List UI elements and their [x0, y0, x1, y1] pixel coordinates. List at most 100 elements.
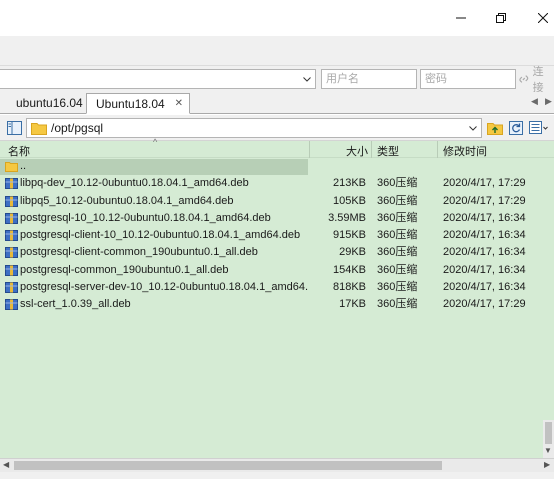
file-row[interactable]: ssl-cert_1.0.39_all.deb 17KB 360压缩 2020/… [0, 296, 554, 313]
file-modified: 2020/4/17, 16:34 [443, 246, 526, 259]
connect-label: 连接 [532, 66, 544, 94]
file-size: 818KB [332, 281, 366, 294]
file-name: ssl-cert_1.0.39_all.deb [20, 298, 131, 311]
file-modified: 2020/4/17, 16:34 [443, 229, 526, 242]
sort-ascending-icon: ^ [153, 137, 158, 147]
tab-close-icon[interactable]: ✕ [175, 94, 183, 114]
host-input[interactable] [0, 69, 316, 89]
refresh-button[interactable] [507, 119, 525, 137]
link-icon [519, 75, 529, 83]
column-size-header[interactable]: 大小 [346, 143, 368, 159]
archive-file-icon [5, 299, 18, 311]
file-size: 105KB [332, 194, 366, 207]
column-divider[interactable] [309, 141, 310, 158]
file-name: postgresql-10_10.12-0ubuntu0.18.04.1_amd… [20, 211, 271, 224]
file-modified: 2020/4/17, 17:29 [443, 177, 526, 190]
scroll-down-icon[interactable]: ▼ [544, 446, 552, 455]
archive-file-icon [5, 264, 18, 276]
file-row[interactable]: postgresql-10_10.12-0ubuntu0.18.04.1_amd… [0, 210, 554, 227]
file-row[interactable]: postgresql-server-dev-10_10.12-0ubuntu0.… [0, 279, 554, 296]
chevron-down-icon [303, 76, 311, 82]
parent-directory-row[interactable]: .. [0, 158, 554, 175]
close-icon [538, 13, 548, 23]
column-name-header[interactable]: 名称 [8, 143, 30, 159]
connect-button[interactable]: 连接 [518, 66, 554, 94]
file-rows: .. libpq-dev_10.12-0ubuntu0.18.04.1_amd6… [0, 158, 554, 314]
horizontal-scroll-thumb[interactable] [14, 461, 442, 470]
tab-scroll-left-icon[interactable]: ◀ [531, 96, 538, 107]
file-row[interactable]: postgresql-client-common_190ubuntu0.1_al… [0, 244, 554, 261]
archive-file-icon [5, 230, 18, 242]
file-size: 3.59MB [328, 211, 366, 224]
username-placeholder: 用户名 [326, 73, 359, 85]
scroll-left-icon[interactable]: ◀ [3, 460, 9, 469]
session-tab-bar: ubuntu16.04 Ubuntu18.04 ✕ ◀ ▶ [0, 92, 554, 114]
chevron-down-icon [469, 125, 477, 131]
file-modified: 2020/4/17, 17:29 [443, 298, 526, 311]
folder-up-icon [487, 123, 503, 135]
file-type: 360压缩 [377, 281, 418, 294]
status-strip [0, 472, 554, 479]
folder-icon [5, 162, 18, 172]
password-input[interactable]: 密码 [420, 69, 516, 89]
folder-icon [31, 123, 47, 135]
file-row[interactable]: postgresql-client-10_10.12-0ubuntu0.18.0… [0, 227, 554, 244]
file-size: 915KB [332, 229, 366, 242]
close-window-button[interactable] [520, 0, 554, 36]
view-mode-button[interactable] [528, 119, 550, 137]
file-type: 360压缩 [377, 211, 418, 224]
column-modified-header[interactable]: 修改时间 [443, 143, 487, 159]
username-input[interactable]: 用户名 [321, 69, 417, 89]
path-input[interactable]: /opt/pgsql [26, 118, 482, 138]
panel-icon [6, 121, 22, 135]
vertical-scroll-thumb[interactable] [545, 422, 552, 444]
panel-toggle-button[interactable] [5, 119, 23, 137]
horizontal-scrollbar[interactable]: ◀ ▶ [0, 458, 554, 472]
column-divider[interactable] [371, 141, 372, 158]
tab-ubuntu16[interactable]: ubuntu16.04 [0, 93, 86, 114]
file-row[interactable]: libpq5_10.12-0ubuntu0.18.04.1_amd64.deb … [0, 193, 554, 210]
scroll-right-icon[interactable]: ▶ [544, 460, 550, 469]
password-placeholder: 密码 [425, 73, 447, 85]
file-name: postgresql-common_190ubuntu0.1_all.deb [20, 263, 229, 276]
archive-file-icon [5, 282, 18, 294]
refresh-icon [509, 121, 523, 135]
file-size: 29KB [339, 246, 366, 259]
file-name: postgresql-client-common_190ubuntu0.1_al… [20, 246, 258, 259]
archive-file-icon [5, 212, 18, 224]
file-row[interactable]: postgresql-common_190ubuntu0.1_all.deb 1… [0, 262, 554, 279]
column-divider[interactable] [437, 141, 438, 158]
file-type: 360压缩 [377, 298, 418, 311]
list-view-icon [529, 121, 548, 134]
column-type-header[interactable]: 类型 [377, 143, 399, 159]
file-size: 213KB [332, 177, 366, 190]
connection-bar: 用户名 密码 连接 [0, 66, 554, 94]
file-name: postgresql-client-10_10.12-0ubuntu0.18.0… [20, 229, 301, 242]
toolbar [0, 36, 554, 66]
column-header: ^ 名称 大小 类型 修改时间 [0, 137, 554, 159]
parent-folder-button[interactable] [486, 119, 504, 137]
archive-file-icon [5, 247, 18, 259]
tab-scroll-right-icon[interactable]: ▶ [545, 96, 552, 107]
parent-dir-label: .. [20, 160, 27, 172]
file-name: libpq-dev_10.12-0ubuntu0.18.04.1_amd64.d… [20, 177, 249, 190]
path-dropdown-button[interactable] [465, 119, 481, 137]
path-value: /opt/pgsql [51, 121, 104, 135]
file-row[interactable]: libpq-dev_10.12-0ubuntu0.18.04.1_amd64.d… [0, 175, 554, 192]
minimize-icon [456, 17, 466, 19]
file-size: 154KB [332, 263, 366, 276]
tab-label: ubuntu16.04 [16, 96, 83, 110]
file-type: 360压缩 [377, 229, 418, 242]
file-type: 360压缩 [377, 263, 418, 276]
file-size: 17KB [339, 298, 366, 311]
host-dropdown-button[interactable] [299, 70, 315, 88]
path-bar: /opt/pgsql [0, 115, 554, 141]
file-list: ^ 名称 大小 类型 修改时间 .. libpq-dev_10.12-0ubun… [0, 137, 554, 458]
archive-file-icon [5, 178, 18, 190]
file-modified: 2020/4/17, 16:34 [443, 281, 526, 294]
tab-ubuntu18[interactable]: Ubuntu18.04 ✕ [86, 93, 190, 114]
file-name: postgresql-server-dev-10_10.12-0ubuntu0.… [20, 281, 308, 294]
file-name: libpq5_10.12-0ubuntu0.18.04.1_amd64.deb [20, 194, 234, 207]
restore-button[interactable] [478, 0, 524, 36]
vertical-scrollbar[interactable]: ▼ [543, 420, 554, 458]
